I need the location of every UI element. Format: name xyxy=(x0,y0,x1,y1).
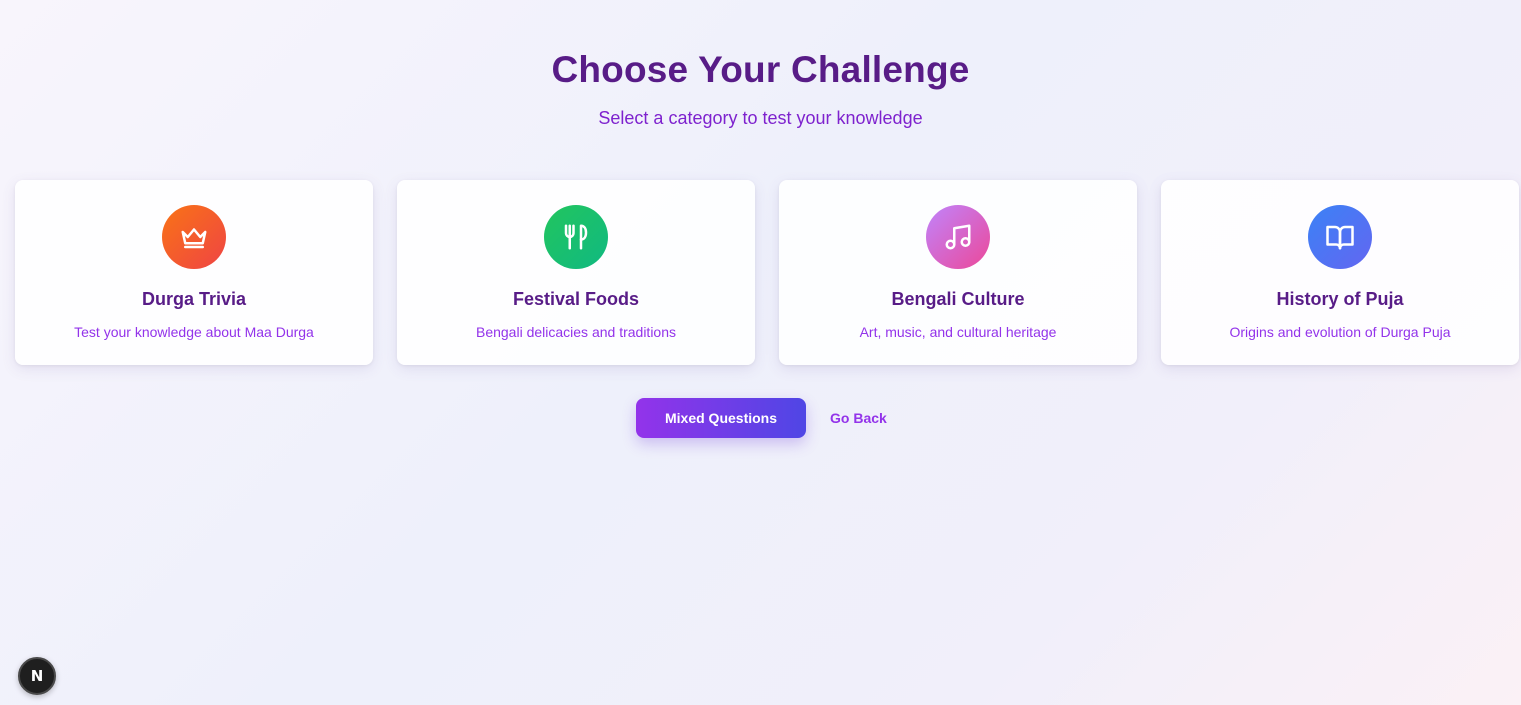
category-title: Durga Trivia xyxy=(141,289,247,309)
action-bar: Mixed Questions Go Back xyxy=(0,398,1521,438)
category-description: Bengali delicacies and traditions xyxy=(475,324,676,340)
crown-icon xyxy=(162,205,226,269)
category-grid: Durga Trivia Test your knowledge about M… xyxy=(15,180,1519,365)
category-description: Origins and evolution of Durga Puja xyxy=(1229,324,1451,340)
category-title: History of Puja xyxy=(1276,289,1404,309)
category-card-bengali-culture[interactable]: Bengali Culture Art, music, and cultural… xyxy=(779,180,1137,365)
music-icon xyxy=(926,205,990,269)
category-description: Art, music, and cultural heritage xyxy=(859,324,1057,340)
category-card-durga-trivia[interactable]: Durga Trivia Test your knowledge about M… xyxy=(15,180,373,365)
page-title: Choose Your Challenge xyxy=(551,49,970,90)
category-title: Bengali Culture xyxy=(891,289,1025,309)
go-back-button[interactable]: Go Back xyxy=(822,398,895,438)
nextjs-dev-indicator[interactable]: N xyxy=(18,657,56,695)
page-subtitle: Select a category to test your knowledge xyxy=(598,108,923,128)
category-title: Festival Foods xyxy=(512,289,640,309)
category-card-festival-foods[interactable]: Festival Foods Bengali delicacies and tr… xyxy=(397,180,755,365)
category-card-history-of-puja[interactable]: History of Puja Origins and evolution of… xyxy=(1161,180,1519,365)
book-icon xyxy=(1308,205,1372,269)
mixed-questions-button[interactable]: Mixed Questions xyxy=(636,398,806,438)
utensils-icon xyxy=(544,205,608,269)
page-header: Choose Your Challenge Select a category … xyxy=(0,48,1521,130)
category-description: Test your knowledge about Maa Durga xyxy=(74,324,314,340)
